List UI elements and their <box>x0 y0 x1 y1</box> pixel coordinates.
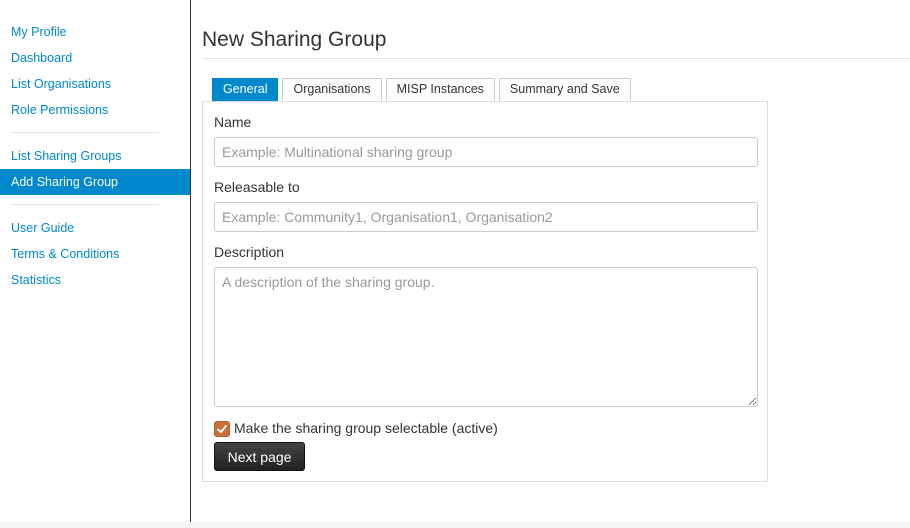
releasable-input[interactable] <box>214 202 758 232</box>
sidebar-item-role-permissions[interactable]: Role Permissions <box>0 97 190 123</box>
checkmark-icon <box>217 425 227 433</box>
description-textarea[interactable] <box>214 267 758 407</box>
page-footer-strip <box>0 522 910 528</box>
sidebar-item-add-sharing-group[interactable]: Add Sharing Group <box>0 169 190 195</box>
sidebar-item-list-organisations[interactable]: List Organisations <box>0 71 190 97</box>
releasable-label: Releasable to <box>214 179 300 195</box>
sidebar-item-list-sharing-groups[interactable]: List Sharing Groups <box>0 143 190 169</box>
name-label: Name <box>214 114 252 130</box>
tab-summary-and-save[interactable]: Summary and Save <box>498 78 631 101</box>
tab-general[interactable]: General <box>212 78 279 101</box>
sidebar-item-my-profile[interactable]: My Profile <box>0 19 190 45</box>
sidebar-divider <box>11 204 159 205</box>
active-checkbox-label: Make the sharing group selectable (activ… <box>234 420 498 436</box>
sidebar: My Profile Dashboard List Organisations … <box>0 0 191 522</box>
tab-bar: General Organisations MISP Instances Sum… <box>212 78 631 101</box>
active-checkbox[interactable] <box>214 421 230 437</box>
sidebar-item-statistics[interactable]: Statistics <box>0 267 190 293</box>
next-page-button[interactable]: Next page <box>214 442 305 471</box>
form-panel: Name Releasable to Description Make the … <box>202 101 768 482</box>
tab-misp-instances[interactable]: MISP Instances <box>385 78 495 101</box>
sidebar-item-terms-conditions[interactable]: Terms & Conditions <box>0 241 190 267</box>
sidebar-divider <box>11 132 159 133</box>
description-label: Description <box>214 244 285 260</box>
name-input[interactable] <box>214 137 758 167</box>
page-title: New Sharing Group <box>202 28 387 51</box>
title-divider <box>202 58 910 59</box>
sidebar-item-dashboard[interactable]: Dashboard <box>0 45 190 71</box>
active-checkbox-row: Make the sharing group selectable (activ… <box>214 419 498 437</box>
tab-organisations[interactable]: Organisations <box>282 78 382 101</box>
sidebar-item-user-guide[interactable]: User Guide <box>0 215 190 241</box>
